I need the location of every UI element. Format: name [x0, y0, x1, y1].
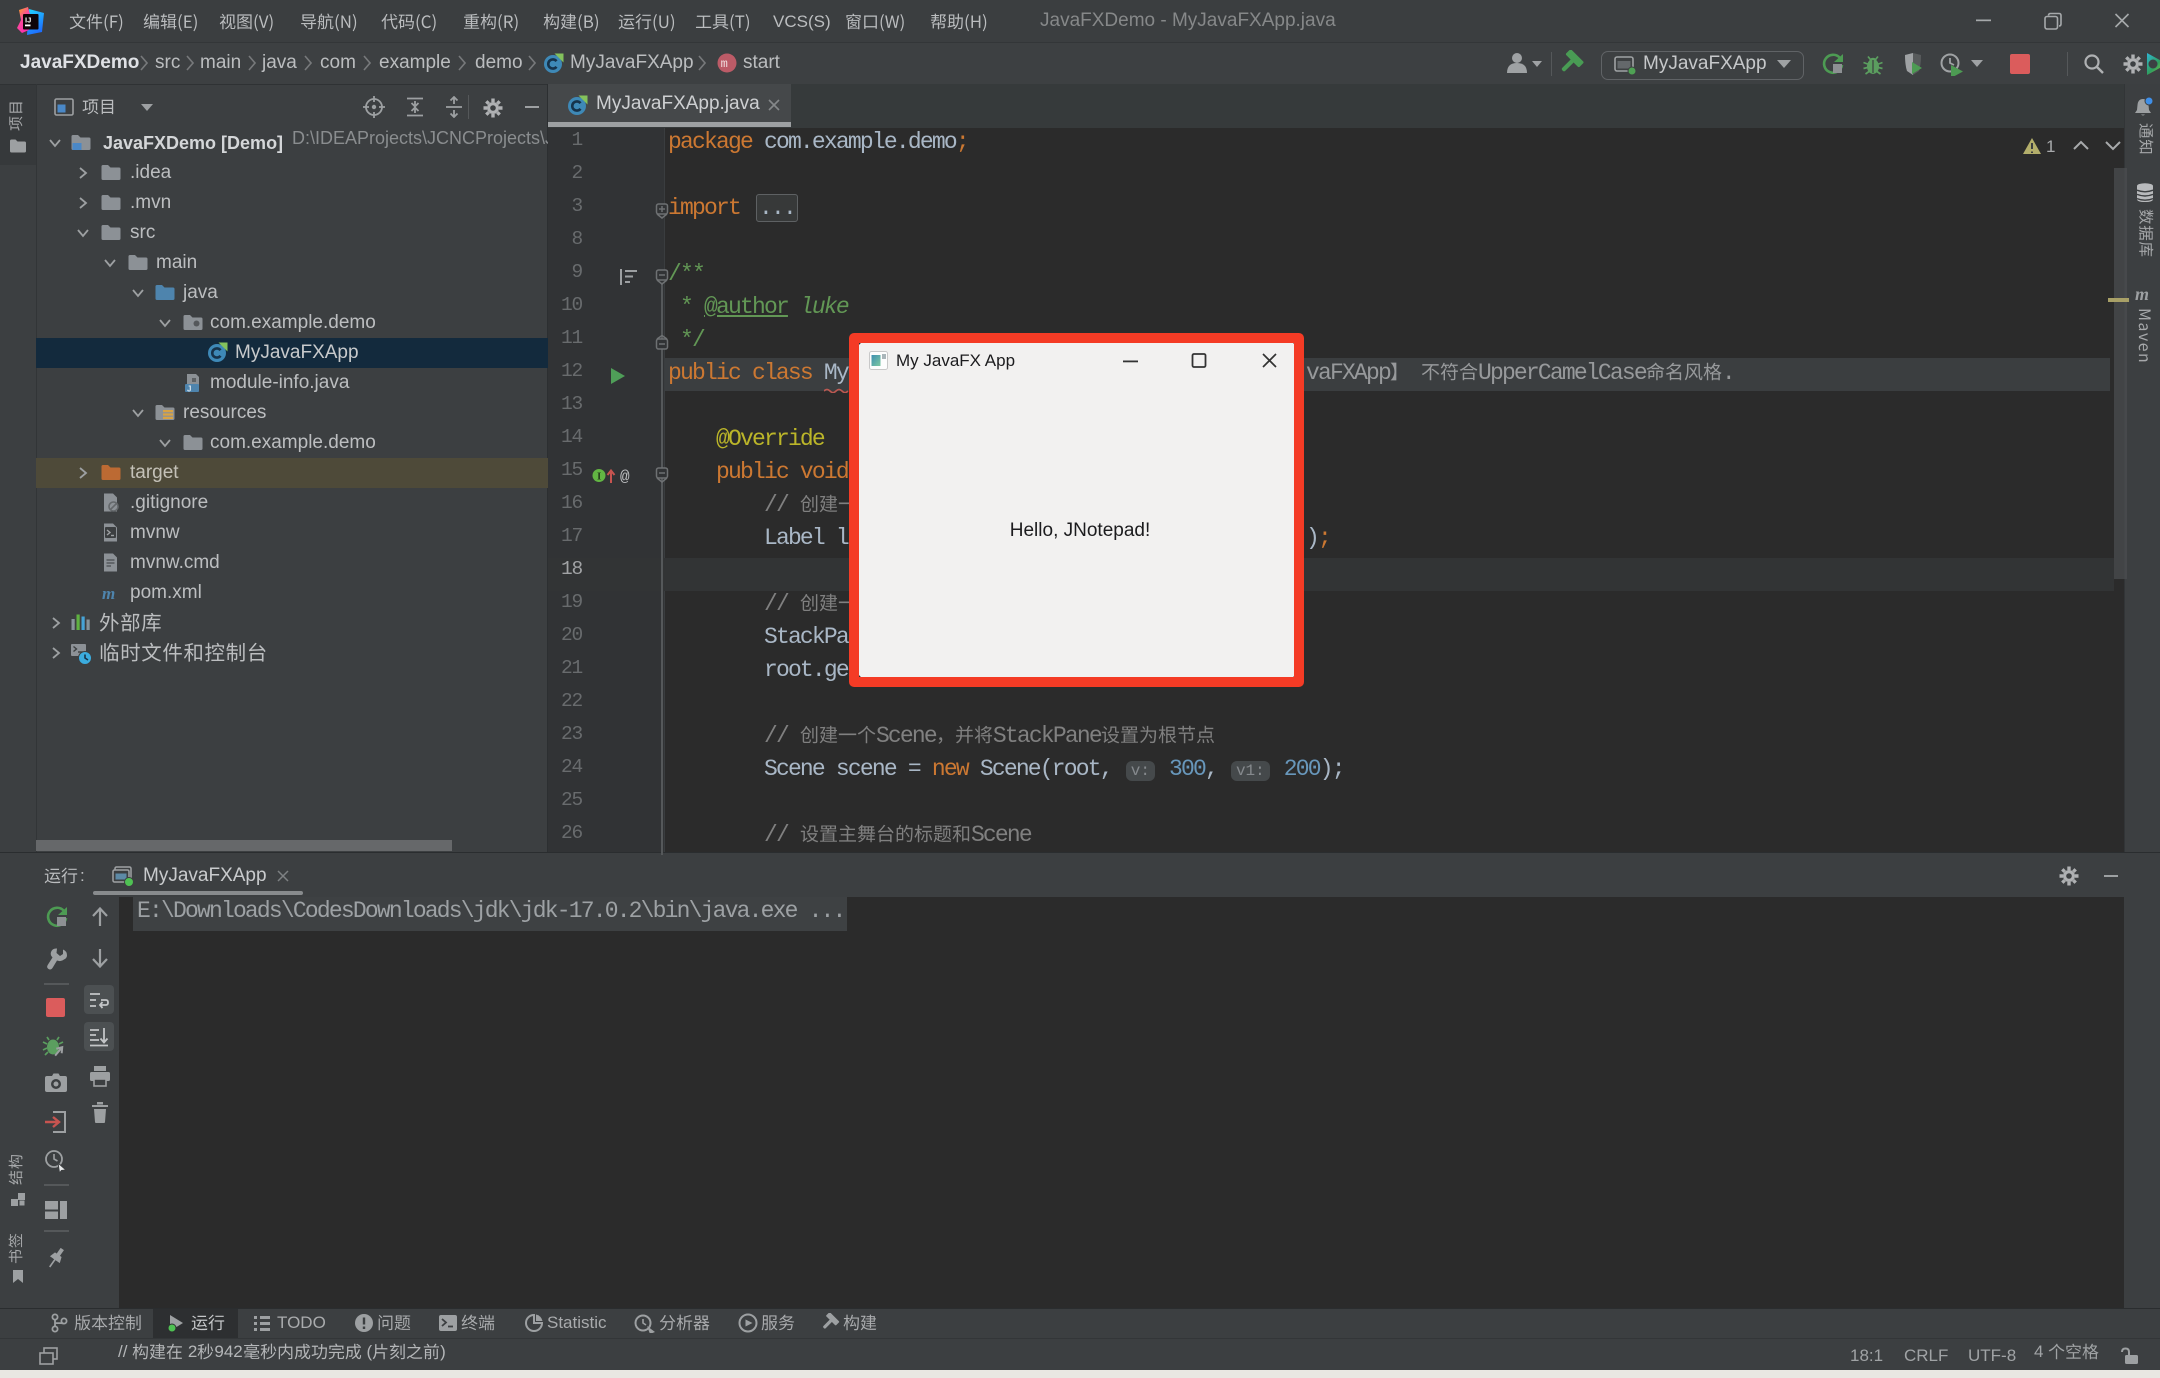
svg-text:J: J	[187, 385, 191, 394]
svg-text:IJ: IJ	[25, 16, 31, 25]
svg-text:m: m	[2135, 284, 2149, 304]
svg-text:m: m	[102, 584, 115, 603]
svg-text:1: 1	[2046, 137, 2055, 156]
svg-text:I: I	[597, 471, 601, 483]
svg-text:@: @	[620, 468, 630, 484]
svg-text:m: m	[721, 57, 728, 71]
